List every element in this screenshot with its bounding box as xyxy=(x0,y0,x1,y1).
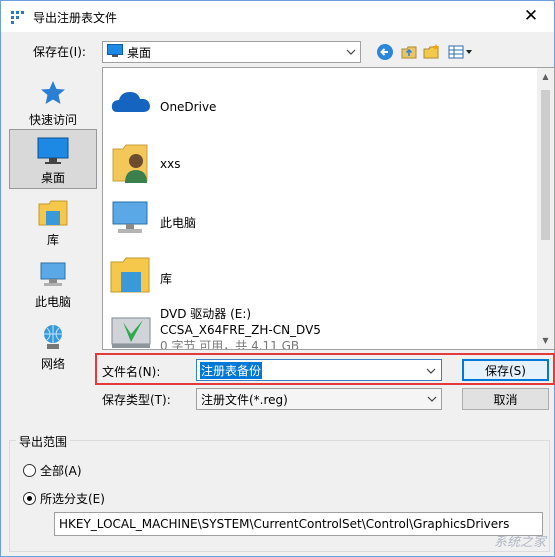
close-button[interactable]: ✕ xyxy=(508,1,554,31)
user-folder-icon xyxy=(109,141,153,183)
radio-circle[interactable] xyxy=(23,464,36,477)
dvd-drive-icon xyxy=(109,312,153,349)
place-network[interactable]: 网络 xyxy=(9,316,97,376)
filetype-label: 保存类型(T): xyxy=(102,393,171,407)
back-arrow-icon xyxy=(377,44,393,60)
computer-icon xyxy=(37,260,69,290)
radio-all[interactable]: 全部(A) xyxy=(23,462,82,479)
star-icon xyxy=(37,78,69,108)
location-value: 桌面 xyxy=(127,45,152,60)
file-list[interactable]: OneDrive xxs 此电脑 库 DVD 驱动器 (E:) CCSA_X64… xyxy=(102,67,555,350)
library-icon xyxy=(109,254,153,294)
drive-free-space: 0 字节 可用，共 4.11 GB xyxy=(160,339,300,350)
drive-details: DVD 驱动器 (E:) CCSA_X64FRE_ZH-CN_DV5 0 字节 … xyxy=(160,306,321,350)
place-label: 网络 xyxy=(40,357,65,371)
place-quick-access[interactable]: 快速访问 xyxy=(9,72,97,132)
filename-input[interactable]: 注册表备份 xyxy=(196,359,442,381)
place-library[interactable]: 库 xyxy=(9,192,97,252)
new-folder-button[interactable] xyxy=(422,42,442,62)
list-item[interactable]: DVD 驱动器 (E:) CCSA_X64FRE_ZH-CN_DV5 0 字节 … xyxy=(103,302,533,350)
watermark: 系统之家 xyxy=(493,535,546,550)
radio-all-label: 全部(A) xyxy=(40,464,82,478)
library-icon xyxy=(37,198,69,228)
list-item[interactable]: 此电脑 xyxy=(103,188,533,244)
filename-label: 文件名(N): xyxy=(102,365,161,379)
place-label: 库 xyxy=(46,233,59,247)
network-icon xyxy=(37,322,69,352)
chevron-down-icon xyxy=(427,396,437,402)
save-button[interactable]: 保存(S) xyxy=(462,359,549,381)
filename-value: 注册表备份 xyxy=(200,361,263,379)
place-label: 此电脑 xyxy=(34,295,71,309)
list-item[interactable]: OneDrive xyxy=(103,74,533,130)
window-title: 导出注册表文件 xyxy=(33,11,118,25)
filetype-select[interactable]: 注册文件(*.reg) xyxy=(196,388,442,410)
title-bar: 导出注册表文件 ✕ xyxy=(1,1,554,32)
radio-branch-label: 所选分支(E) xyxy=(40,492,105,506)
radio-circle[interactable] xyxy=(23,492,36,505)
scroll-thumb[interactable] xyxy=(541,90,550,240)
regedit-icon xyxy=(10,9,26,25)
filetype-value: 注册文件(*.reg) xyxy=(201,392,288,407)
file-name: DVD 驱动器 (E:) xyxy=(160,307,252,321)
chevron-down-icon[interactable] xyxy=(426,367,436,375)
places-bar: 快速访问 桌面 库 此电脑 网络 xyxy=(9,68,97,378)
file-name: OneDrive xyxy=(160,100,217,114)
file-name: 此电脑 xyxy=(160,216,197,230)
up-folder-button[interactable] xyxy=(399,42,419,62)
drive-volume-label: CCSA_X64FRE_ZH-CN_DV5 xyxy=(160,323,321,337)
place-label: 桌面 xyxy=(40,171,65,185)
place-desktop[interactable]: 桌面 xyxy=(9,129,97,189)
location-combo[interactable]: 桌面 xyxy=(102,41,361,63)
vertical-scrollbar[interactable]: ▲ ▼ xyxy=(537,68,554,349)
desktop-small-icon xyxy=(107,44,123,60)
view-grid-icon xyxy=(448,45,472,59)
branch-path-input[interactable]: HKEY_LOCAL_MACHINE\SYSTEM\CurrentControl… xyxy=(54,512,543,536)
desktop-icon xyxy=(37,136,69,166)
view-menu-button[interactable] xyxy=(447,42,473,62)
cancel-button[interactable]: 取消 xyxy=(462,388,549,410)
up-folder-icon xyxy=(401,46,417,59)
onedrive-icon xyxy=(109,84,153,124)
list-item[interactable]: xxs xyxy=(103,131,533,187)
export-registry-dialog: 导出注册表文件 ✕ 保存在(I): 桌面 快速访问 桌面 库 此电脑 网络 On… xyxy=(0,0,555,557)
branch-path-value: HKEY_LOCAL_MACHINE\SYSTEM\CurrentControl… xyxy=(59,517,510,531)
list-item[interactable]: 库 xyxy=(103,244,533,300)
place-this-pc[interactable]: 此电脑 xyxy=(9,254,97,314)
new-folder-icon xyxy=(423,44,439,59)
radio-selected-branch[interactable]: 所选分支(E) xyxy=(23,490,105,507)
save-in-label: 保存在(I): xyxy=(33,45,86,59)
export-range-title: 导出范围 xyxy=(16,433,71,450)
back-button[interactable] xyxy=(375,42,395,62)
chevron-down-icon xyxy=(346,49,356,55)
computer-icon xyxy=(109,198,153,238)
place-label: 快速访问 xyxy=(28,113,77,127)
file-name: xxs xyxy=(160,157,181,171)
scroll-down-icon[interactable]: ▼ xyxy=(537,332,554,349)
scroll-up-icon[interactable]: ▲ xyxy=(537,68,554,85)
file-name: 库 xyxy=(160,272,173,286)
